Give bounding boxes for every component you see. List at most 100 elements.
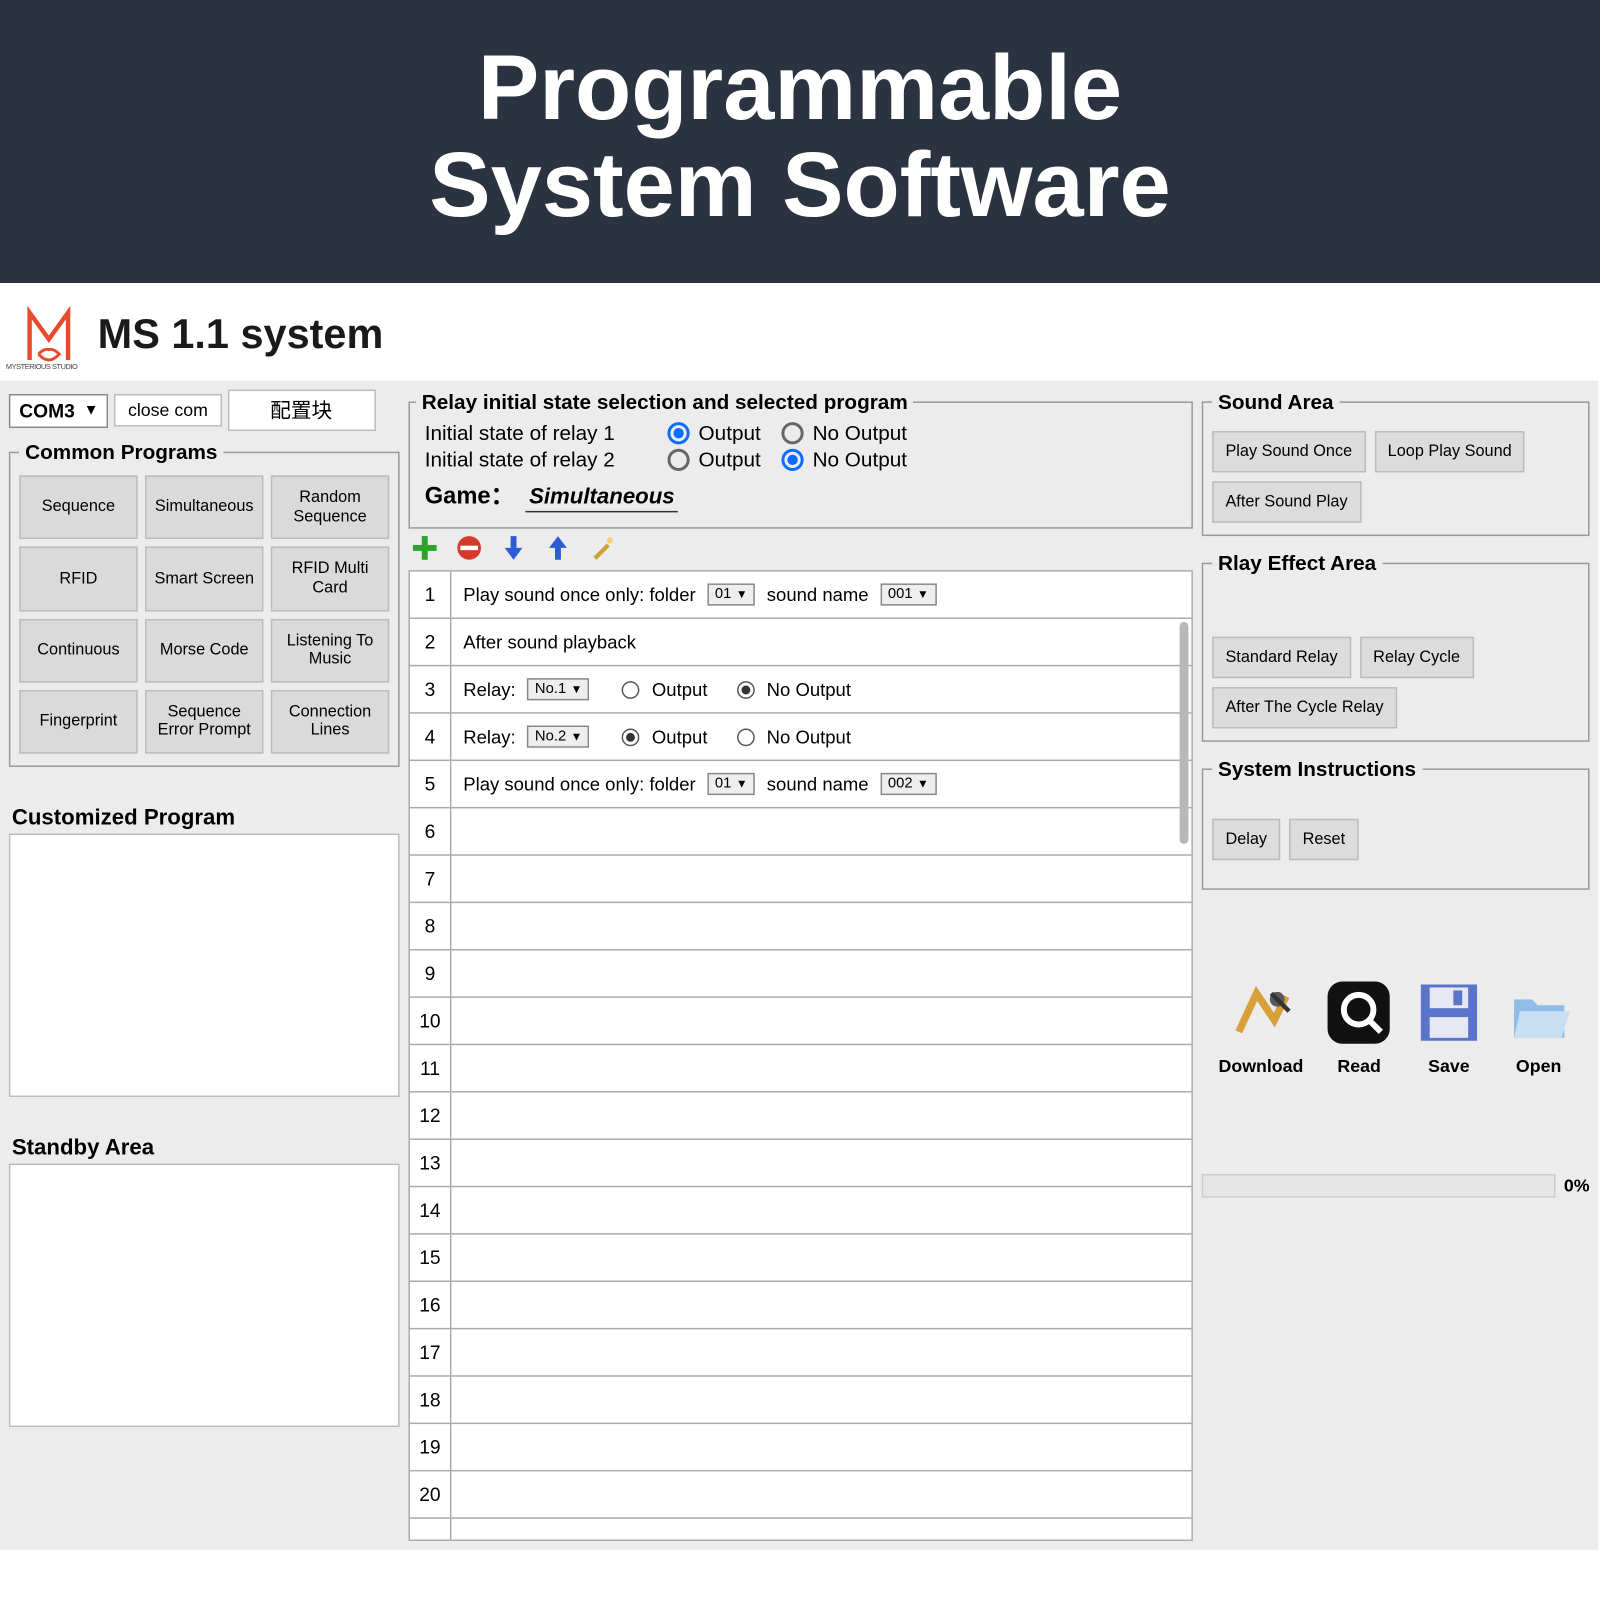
step-list: 1234567891011121314151617181920 Play sou… [408, 570, 1192, 1541]
program-simultaneous[interactable]: Simultaneous [145, 476, 263, 540]
customized-program-box[interactable] [9, 834, 400, 1097]
relay-effect-legend: Rlay Effect Area [1212, 551, 1382, 575]
download-icon [1227, 979, 1295, 1047]
folder-select[interactable]: 01 [708, 584, 755, 606]
program-smart-screen[interactable]: Smart Screen [145, 547, 263, 611]
relay-standard-relay[interactable]: Standard Relay [1212, 637, 1351, 678]
nooutput-radio[interactable] [737, 681, 755, 699]
common-programs-panel: Common Programs SequenceSimultaneousRand… [9, 440, 400, 767]
relay-num-select[interactable]: No.1 [528, 678, 590, 700]
folder-select[interactable]: 01 [708, 773, 755, 795]
sound-play-sound-once[interactable]: Play Sound Once [1212, 431, 1365, 472]
row-number: 19 [410, 1424, 450, 1471]
program-fingerprint[interactable]: Fingerprint [19, 690, 137, 754]
relay1-nooutput-radio[interactable]: No Output [781, 421, 907, 445]
relay2-output-radio[interactable]: Output [667, 447, 760, 471]
row-number: 18 [410, 1377, 450, 1424]
step-row[interactable]: After sound playback [451, 619, 1191, 666]
row-number: 4 [410, 714, 450, 761]
game-value: Simultaneous [526, 484, 677, 512]
step-row[interactable] [451, 998, 1191, 1045]
step-row[interactable] [451, 1377, 1191, 1424]
sound-after-sound-play[interactable]: After Sound Play [1212, 482, 1361, 523]
customized-program-title: Customized Program [12, 806, 400, 831]
standby-area-box[interactable] [9, 1164, 400, 1427]
step-row[interactable] [451, 903, 1191, 950]
config-block-button[interactable]: 配置块 [227, 390, 375, 431]
step-row[interactable]: Relay:No.2OutputNo Output [451, 714, 1191, 761]
program-rfid[interactable]: RFID [19, 547, 137, 611]
wand-icon[interactable] [589, 535, 616, 562]
step-row[interactable] [451, 1187, 1191, 1234]
row-number: 20 [410, 1472, 450, 1519]
row-number: 1 [410, 572, 450, 619]
relay1-label: Initial state of relay 1 [425, 421, 647, 445]
sound-area-panel: Sound Area Play Sound OnceLoop Play Soun… [1202, 390, 1590, 537]
step-row[interactable] [451, 951, 1191, 998]
scrollbar-icon[interactable] [1180, 622, 1189, 844]
relay2-nooutput-radio[interactable]: No Output [781, 447, 907, 471]
relay1-output-radio[interactable]: Output [667, 421, 760, 445]
step-row[interactable]: Relay: No.1 Output No Output [451, 667, 1191, 714]
close-com-button[interactable]: close com [115, 394, 222, 427]
step-row[interactable] [451, 1424, 1191, 1471]
output-radio[interactable] [622, 681, 640, 699]
step-row[interactable] [451, 809, 1191, 856]
soundname-select[interactable]: 002 [880, 773, 936, 795]
step-text: Output [652, 679, 708, 700]
step-row[interactable] [451, 1140, 1191, 1187]
nooutput-radio[interactable] [737, 728, 755, 746]
step-row[interactable] [451, 1045, 1191, 1092]
step-text: sound name [767, 774, 869, 795]
row-number: 7 [410, 856, 450, 903]
program-sequence[interactable]: Sequence [19, 476, 137, 540]
relay-after-the-cycle-relay[interactable]: After The Cycle Relay [1212, 687, 1397, 728]
relay-relay-cycle[interactable]: Relay Cycle [1360, 637, 1473, 678]
step-text: Relay: [463, 679, 515, 700]
row-number: 11 [410, 1045, 450, 1092]
row-number: 14 [410, 1187, 450, 1234]
app-logo-icon: MYSTERIOUS STUDIO [15, 301, 83, 369]
step-row[interactable] [451, 1235, 1191, 1282]
program-listening-to-music[interactable]: Listening To Music [271, 619, 389, 683]
step-row[interactable] [451, 1330, 1191, 1377]
program-rfid-multi-card[interactable]: RFID Multi Card [271, 547, 389, 611]
sound-loop-play-sound[interactable]: Loop Play Sound [1374, 431, 1525, 472]
program-continuous[interactable]: Continuous [19, 619, 137, 683]
step-row[interactable] [451, 1472, 1191, 1519]
step-row[interactable]: Play sound once only: folder01sound name… [451, 761, 1191, 808]
program-morse-code[interactable]: Morse Code [145, 619, 263, 683]
step-text: No Output [767, 679, 851, 700]
step-text: Relay: [463, 726, 515, 747]
step-row[interactable] [451, 1093, 1191, 1140]
program-random-sequence[interactable]: Random Sequence [271, 476, 389, 540]
step-row[interactable]: Play sound once only: folder01sound name… [451, 572, 1191, 619]
step-row[interactable] [451, 1282, 1191, 1329]
row-number: 5 [410, 761, 450, 808]
move-up-icon[interactable] [545, 535, 572, 562]
relay-initial-panel: Relay initial state selection and select… [408, 390, 1192, 529]
step-row[interactable] [451, 856, 1191, 903]
sys-reset[interactable]: Reset [1289, 819, 1358, 860]
output-radio[interactable] [622, 728, 640, 746]
com-port-select[interactable]: COM3 [9, 393, 109, 427]
move-down-icon[interactable] [500, 535, 527, 562]
open-icon [1505, 979, 1573, 1047]
save-button[interactable]: Save [1415, 979, 1483, 1077]
banner-title: ProgrammableSystem Software [0, 40, 1600, 233]
read-button[interactable]: Read [1325, 979, 1393, 1077]
banner: ProgrammableSystem Software [0, 0, 1600, 283]
program-connection-lines[interactable]: Connection Lines [271, 690, 389, 754]
relay-num-select[interactable]: No.2 [528, 726, 590, 748]
app-title: MS 1.1 system [98, 311, 384, 358]
sys-delay[interactable]: Delay [1212, 819, 1280, 860]
open-button[interactable]: Open [1505, 979, 1573, 1077]
program-sequence-error-prompt[interactable]: Sequence Error Prompt [145, 690, 263, 754]
row-number: 8 [410, 903, 450, 950]
add-icon[interactable] [411, 535, 438, 562]
soundname-select[interactable]: 001 [880, 584, 936, 606]
system-instructions-legend: System Instructions [1212, 757, 1422, 781]
remove-icon[interactable] [456, 535, 483, 562]
sound-area-legend: Sound Area [1212, 390, 1339, 414]
download-button[interactable]: Download [1219, 979, 1304, 1077]
